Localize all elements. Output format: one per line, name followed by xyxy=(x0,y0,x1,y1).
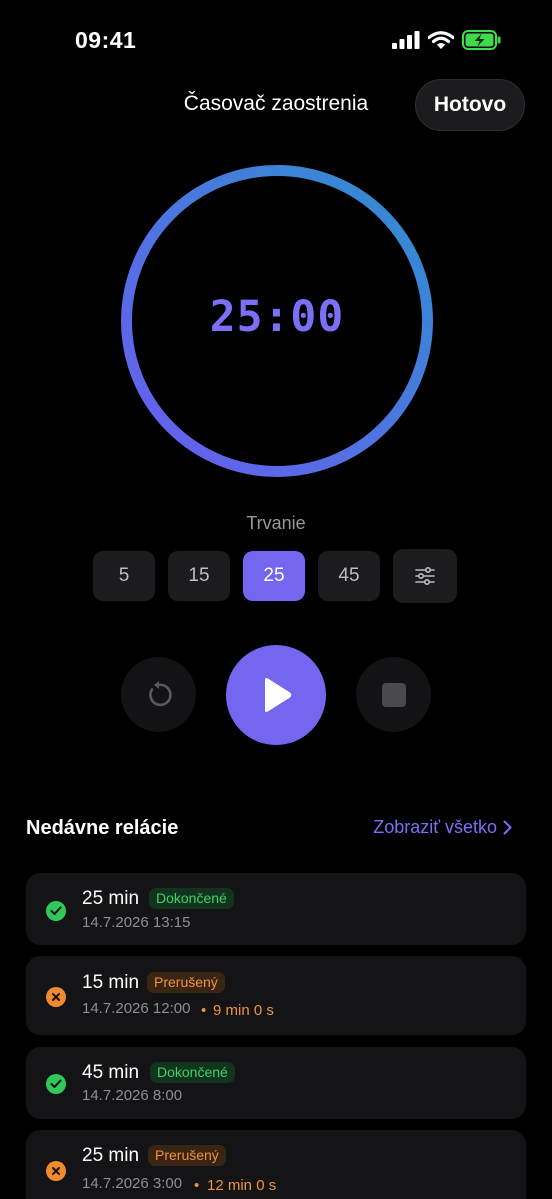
elapsed-time: 12 min 0 s xyxy=(207,1177,277,1194)
reset-button[interactable] xyxy=(121,657,196,732)
status-badge: Dokončené xyxy=(150,1062,235,1083)
duration-label: Trvanie xyxy=(246,513,306,533)
status-time: 09:41 xyxy=(75,27,137,53)
duration-chip-45[interactable]: 45 xyxy=(318,551,380,601)
session-date: 14.7.2026 3:00 xyxy=(82,1175,183,1192)
stop-button[interactable] xyxy=(356,657,431,732)
session-row[interactable]: 25 min Prerušený 14.7.2026 3:00 • 12 min… xyxy=(26,1130,526,1199)
session-duration: 25 min xyxy=(82,888,140,909)
duration-chip-25[interactable]: 25 xyxy=(243,551,305,601)
session-row[interactable]: 15 min Prerušený 14.7.2026 12:00 • 9 min… xyxy=(26,956,526,1035)
sliders-icon xyxy=(415,567,435,585)
status-badge: Prerušený xyxy=(147,972,225,993)
x-mark-icon xyxy=(46,1161,66,1181)
chevron-right-icon xyxy=(503,820,512,835)
session-date: 14.7.2026 8:00 xyxy=(82,1087,183,1104)
status-icons xyxy=(392,30,502,50)
session-row[interactable]: 25 min Dokončené 14.7.2026 13:15 xyxy=(26,873,526,945)
signal-icon xyxy=(392,31,420,49)
elapsed-time: 9 min 0 s xyxy=(213,1002,274,1019)
play-button[interactable] xyxy=(226,645,326,745)
recent-sessions-title: Nedávne relácie xyxy=(26,817,179,839)
timer-display: 25:00 xyxy=(209,292,345,342)
status-badge: Dokončené xyxy=(149,888,234,909)
play-icon xyxy=(265,678,292,712)
reset-icon xyxy=(148,680,172,706)
session-date: 14.7.2026 12:00 xyxy=(82,1000,191,1017)
bullet-separator: • xyxy=(201,1002,207,1019)
session-row[interactable]: 45 min Dokončené 14.7.2026 8:00 xyxy=(26,1047,526,1119)
bullet-separator: • xyxy=(194,1177,200,1194)
duration-chip-15[interactable]: 15 xyxy=(168,551,230,601)
duration-options: 5 15 25 45 xyxy=(93,549,457,603)
see-all-label: Zobraziť všetko xyxy=(373,817,497,837)
done-button[interactable]: Hotovo xyxy=(415,79,525,131)
see-all-link[interactable]: Zobraziť všetko xyxy=(373,817,512,838)
stop-icon xyxy=(381,682,406,707)
check-icon xyxy=(46,901,66,921)
x-mark-icon xyxy=(46,987,66,1007)
status-bar: 09:41 xyxy=(0,0,552,80)
session-duration: 25 min xyxy=(82,1145,140,1166)
session-date: 14.7.2026 13:15 xyxy=(82,914,191,931)
wifi-icon xyxy=(428,30,454,49)
status-badge: Prerušený xyxy=(148,1145,226,1166)
duration-chip-5[interactable]: 5 xyxy=(93,551,155,601)
battery-charging-icon xyxy=(462,30,501,50)
check-icon xyxy=(46,1074,66,1094)
custom-duration-button[interactable] xyxy=(393,549,457,603)
session-duration: 15 min xyxy=(82,972,140,993)
session-duration: 45 min xyxy=(82,1062,140,1083)
